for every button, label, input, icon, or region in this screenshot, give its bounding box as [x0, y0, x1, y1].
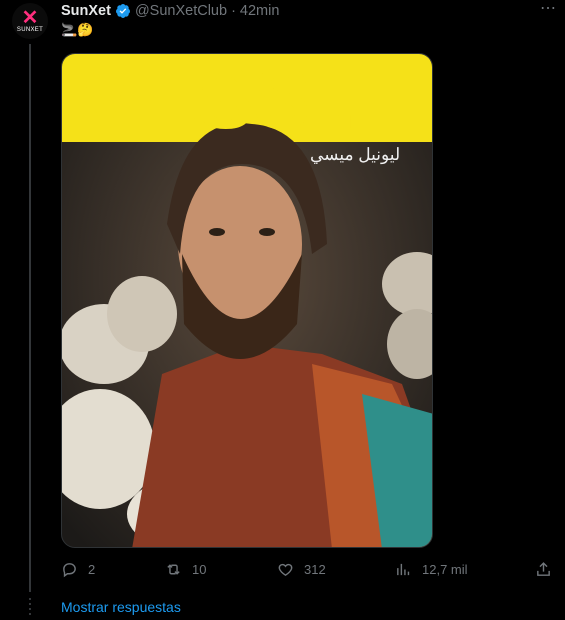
- retweet-icon: [167, 564, 180, 575]
- analytics-icon: [397, 563, 410, 576]
- retweet-button[interactable]: 10: [165, 561, 206, 578]
- views-button[interactable]: 12,7 mil: [395, 561, 468, 578]
- share-icon: [537, 562, 550, 576]
- verified-badge-icon: [115, 4, 130, 18]
- avatar-label: SUNXET: [16, 27, 44, 33]
- like-button[interactable]: 312: [277, 561, 326, 578]
- heart-icon: [278, 563, 293, 577]
- tweet-text: 🚬🤔: [61, 22, 94, 37]
- avatar[interactable]: ✕ SUNXET: [12, 3, 48, 39]
- tweet-header: SunXet @SunXetClub · 42min: [61, 3, 279, 19]
- more-options-icon[interactable]: ⋯: [538, 0, 558, 20]
- poster-arabic-caption: ليونيل ميسي: [310, 145, 401, 164]
- author-name[interactable]: SunXet: [61, 3, 111, 19]
- author-handle[interactable]: @SunXetClub: [135, 3, 227, 19]
- retweet-count: 10: [192, 562, 207, 577]
- action-bar: 2 10 312 12,7 mil: [61, 561, 551, 581]
- share-button[interactable]: [535, 561, 552, 578]
- show-replies-link[interactable]: Mostrar respuestas: [61, 599, 181, 615]
- reply-count: 2: [88, 562, 96, 577]
- views-count: 12,7 mil: [422, 562, 468, 577]
- timestamp[interactable]: 42min: [240, 3, 280, 19]
- thread-dots: [29, 598, 31, 616]
- like-count: 312: [304, 562, 326, 577]
- avatar-x-logo-icon: ✕: [21, 7, 39, 29]
- tweet-media-image[interactable]: MESSI. ليونيل ميسي: [61, 53, 433, 548]
- reply-icon: [63, 563, 76, 578]
- separator: ·: [231, 3, 236, 19]
- thread-line: [29, 44, 31, 592]
- poster-title: MESSI.: [70, 53, 357, 147]
- reply-button[interactable]: 2: [61, 561, 95, 578]
